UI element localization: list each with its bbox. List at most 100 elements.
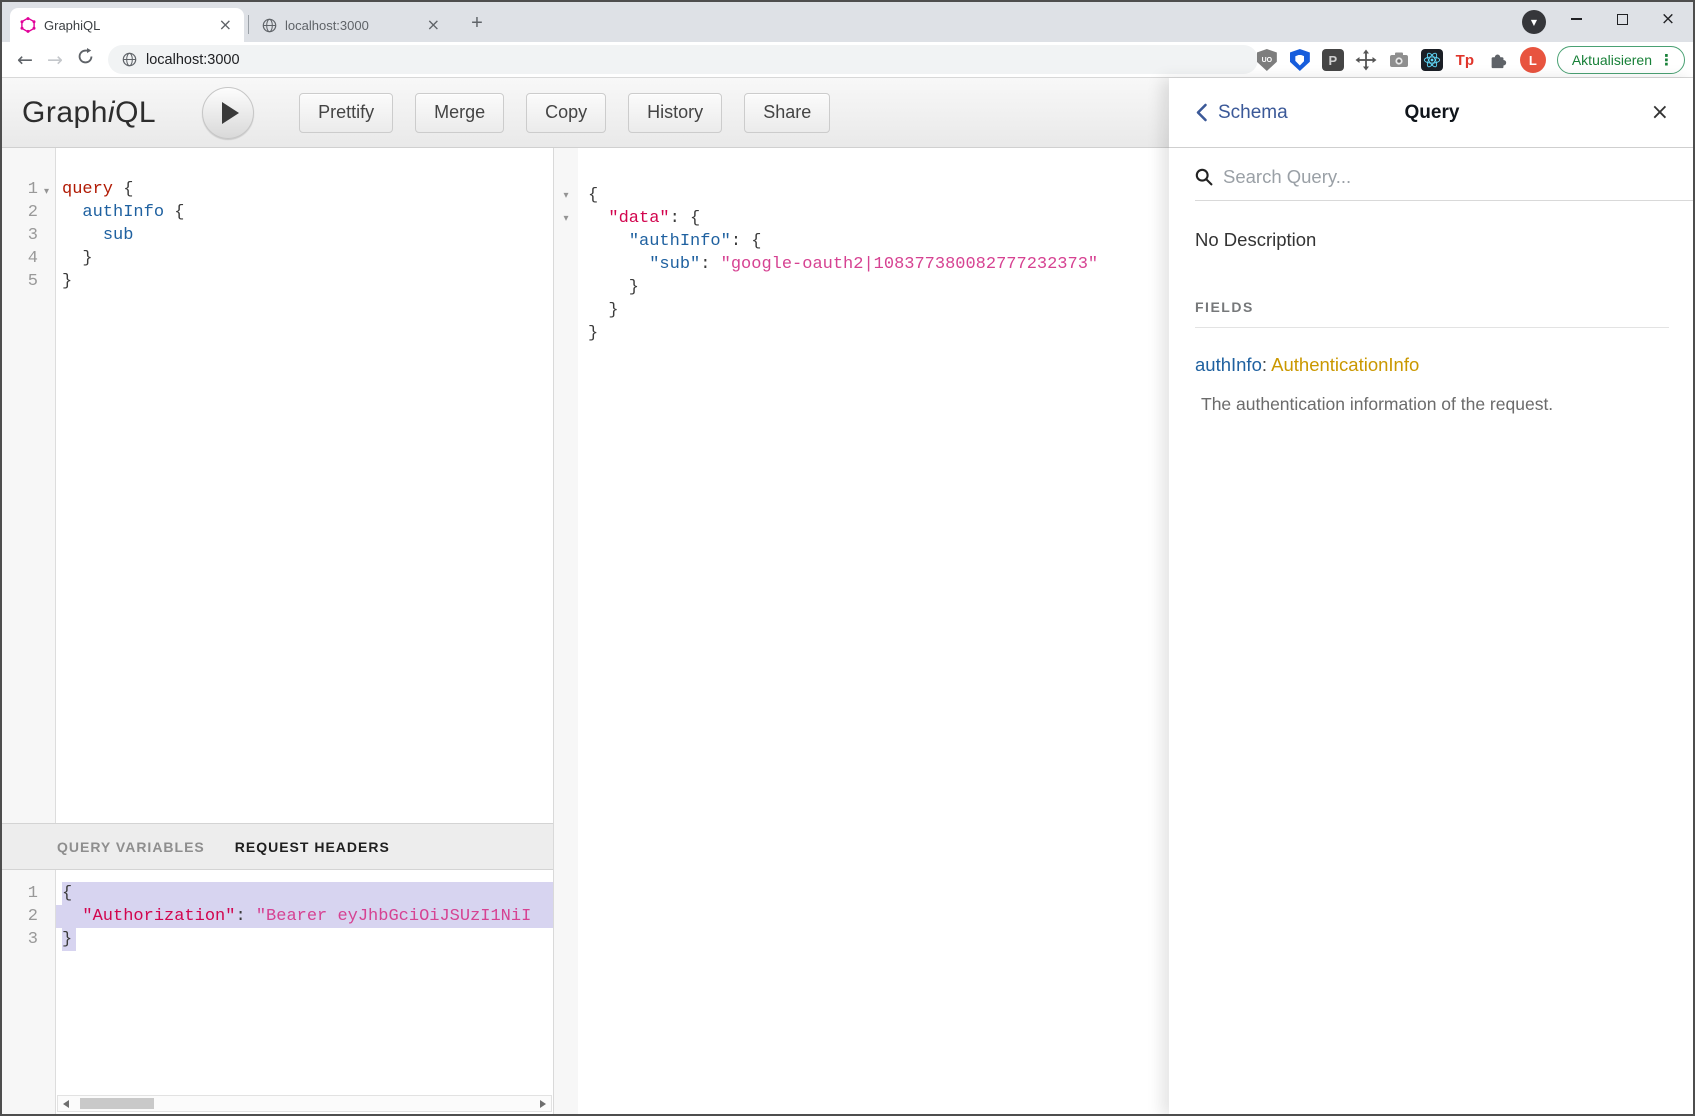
code-line[interactable]: "sub": "google-oauth2|108377380082777232… — [578, 253, 1169, 276]
code-line[interactable]: "data": { — [578, 207, 1169, 230]
extensions-area: UO P — [1256, 42, 1685, 78]
close-icon: × — [1661, 11, 1675, 28]
update-button-label: Aktualisieren — [1572, 52, 1652, 68]
doc-back-button[interactable]: Schema — [1195, 102, 1288, 124]
code-line[interactable]: } — [578, 299, 1169, 322]
code-line[interactable]: } — [56, 270, 553, 293]
browser-tab-strip: GraphiQL × localhost:3000 × + ▼ × — [0, 0, 1695, 42]
forward-icon[interactable]: → — [40, 49, 70, 71]
site-info-globe-icon[interactable] — [122, 52, 137, 67]
horizontal-scrollbar[interactable] — [57, 1095, 552, 1112]
window-controls: × — [1553, 0, 1691, 42]
maximize-icon — [1617, 14, 1628, 25]
code-line[interactable]: sub — [56, 224, 553, 247]
close-button[interactable]: × — [1645, 0, 1691, 38]
prettify-button[interactable]: Prettify — [299, 93, 393, 133]
code-line[interactable]: } — [56, 247, 553, 270]
url-field[interactable]: localhost:3000 — [108, 45, 1258, 74]
profile-avatar[interactable]: L — [1520, 47, 1546, 73]
headers-editor-code[interactable]: { "Authorization": "Bearer eyJhbGciOiJSU… — [56, 870, 553, 1116]
tampermonkey-tp-icon[interactable]: Tp — [1454, 49, 1476, 71]
tab-close-icon[interactable]: × — [425, 17, 442, 33]
fields-heading: FIELDS — [1195, 299, 1669, 328]
search-icon — [1195, 168, 1213, 186]
response-viewer[interactable]: ▾ ▾ { "data": { "authInfo": { "sub": "goo… — [553, 148, 1169, 1116]
tab-graphiql[interactable]: GraphiQL × — [10, 8, 244, 42]
secondary-editor-tabs: QUERY VARIABLES REQUEST HEADERS — [0, 823, 553, 870]
extensions-puzzle-icon[interactable] — [1487, 49, 1509, 71]
fold-arrow-icon[interactable]: ▾ — [563, 190, 568, 201]
query-editor-code[interactable]: query { authInfo { sub }} — [56, 148, 553, 823]
history-button[interactable]: History — [628, 93, 722, 133]
doc-close-icon[interactable]: × — [1651, 100, 1669, 125]
field-type-link[interactable]: AuthenticationInfo — [1271, 354, 1419, 375]
code-line[interactable]: { — [578, 184, 1169, 207]
minimize-button[interactable] — [1553, 0, 1599, 38]
copy-button[interactable]: Copy — [526, 93, 606, 133]
code-line[interactable]: authInfo { — [56, 201, 553, 224]
line-number: 4 — [0, 247, 38, 270]
minimize-icon — [1571, 18, 1582, 20]
code-line[interactable]: } — [578, 322, 1169, 345]
request-headers-editor[interactable]: 123 { "Authorization": "Bearer eyJhbGciO… — [0, 870, 553, 1116]
fold-arrow-icon[interactable]: ▾ — [44, 186, 49, 197]
code-line[interactable]: "authInfo": { — [578, 230, 1169, 253]
query-editor[interactable]: 1▾2345 query { authInfo { sub }} — [0, 148, 553, 823]
extension-p-icon[interactable]: P — [1322, 49, 1344, 71]
code-line[interactable]: query { — [56, 178, 553, 201]
line-number: 5 — [0, 270, 38, 293]
url-text: localhost:3000 — [146, 52, 240, 68]
tab-request-headers[interactable]: REQUEST HEADERS — [235, 839, 390, 855]
field-description: The authentication information of the re… — [1195, 394, 1669, 415]
code-line[interactable]: } — [578, 276, 1169, 299]
tab-divider — [248, 15, 249, 34]
share-button[interactable]: Share — [744, 93, 830, 133]
move-crosshair-icon[interactable] — [1355, 49, 1377, 71]
doc-explorer: Query Schema × No Description FIELDS — [1169, 78, 1695, 1116]
new-tab-button[interactable]: + — [464, 10, 490, 36]
chrome-updates-icon[interactable]: ▼ — [1522, 10, 1546, 34]
reload-icon[interactable] — [70, 48, 100, 71]
maximize-button[interactable] — [1599, 0, 1645, 38]
scroll-right-icon[interactable] — [535, 1096, 551, 1111]
field-colon: : — [1262, 354, 1267, 375]
line-number: 2 — [0, 201, 38, 224]
tab-close-icon[interactable]: × — [217, 17, 234, 33]
response-code[interactable]: { "data": { "authInfo": { "sub": "google… — [578, 148, 1169, 1116]
browser-menu-dots-icon[interactable]: ⋮ — [1659, 51, 1674, 69]
code-line[interactable]: { — [56, 882, 553, 905]
field-name-link[interactable]: authInfo — [1195, 354, 1262, 375]
update-browser-button[interactable]: Aktualisieren ⋮ — [1557, 46, 1685, 74]
execute-query-button[interactable] — [202, 87, 254, 139]
doc-explorer-body: No Description FIELDS authInfo: Authenti… — [1169, 229, 1695, 415]
headers-editor-gutter: 123 — [0, 870, 56, 1116]
camera-icon[interactable] — [1388, 49, 1410, 71]
fold-arrow-icon[interactable]: ▾ — [563, 213, 568, 224]
doc-back-label: Schema — [1218, 102, 1288, 124]
graphiql-logo: GraphiQL — [22, 96, 156, 130]
code-line[interactable]: } — [56, 928, 553, 951]
browser-window: GraphiQL × localhost:3000 × + ▼ × ← → — [0, 0, 1695, 1116]
back-icon[interactable]: ← — [10, 49, 40, 71]
bitwarden-icon[interactable] — [1289, 49, 1311, 71]
line-number: 3 — [0, 224, 38, 247]
merge-button[interactable]: Merge — [415, 93, 504, 133]
graphiql-toolbar: GraphiQL Prettify Merge Copy History Sha… — [0, 78, 1169, 148]
query-editor-gutter: 1▾2345 — [0, 148, 56, 823]
ublock-origin-icon[interactable]: UO — [1256, 49, 1278, 71]
scroll-left-icon[interactable] — [58, 1096, 74, 1111]
code-line[interactable]: "Authorization": "Bearer eyJhbGciOiJSUzI… — [56, 905, 553, 928]
line-number: 1 — [0, 882, 38, 905]
globe-icon — [262, 18, 277, 33]
field-row: authInfo: AuthenticationInfo — [1195, 354, 1669, 376]
tab-localhost[interactable]: localhost:3000 × — [252, 8, 452, 42]
doc-search-input[interactable] — [1223, 166, 1643, 188]
chevron-left-icon — [1195, 103, 1208, 122]
scrollbar-thumb[interactable] — [80, 1098, 154, 1109]
tab-query-variables[interactable]: QUERY VARIABLES — [57, 839, 205, 855]
doc-search — [1195, 166, 1695, 201]
tab-title: GraphiQL — [44, 18, 217, 33]
toolbar-buttons: Prettify Merge Copy History Share — [299, 93, 830, 133]
doc-explorer-header: Query Schema × — [1169, 78, 1695, 148]
react-devtools-icon[interactable] — [1421, 49, 1443, 71]
